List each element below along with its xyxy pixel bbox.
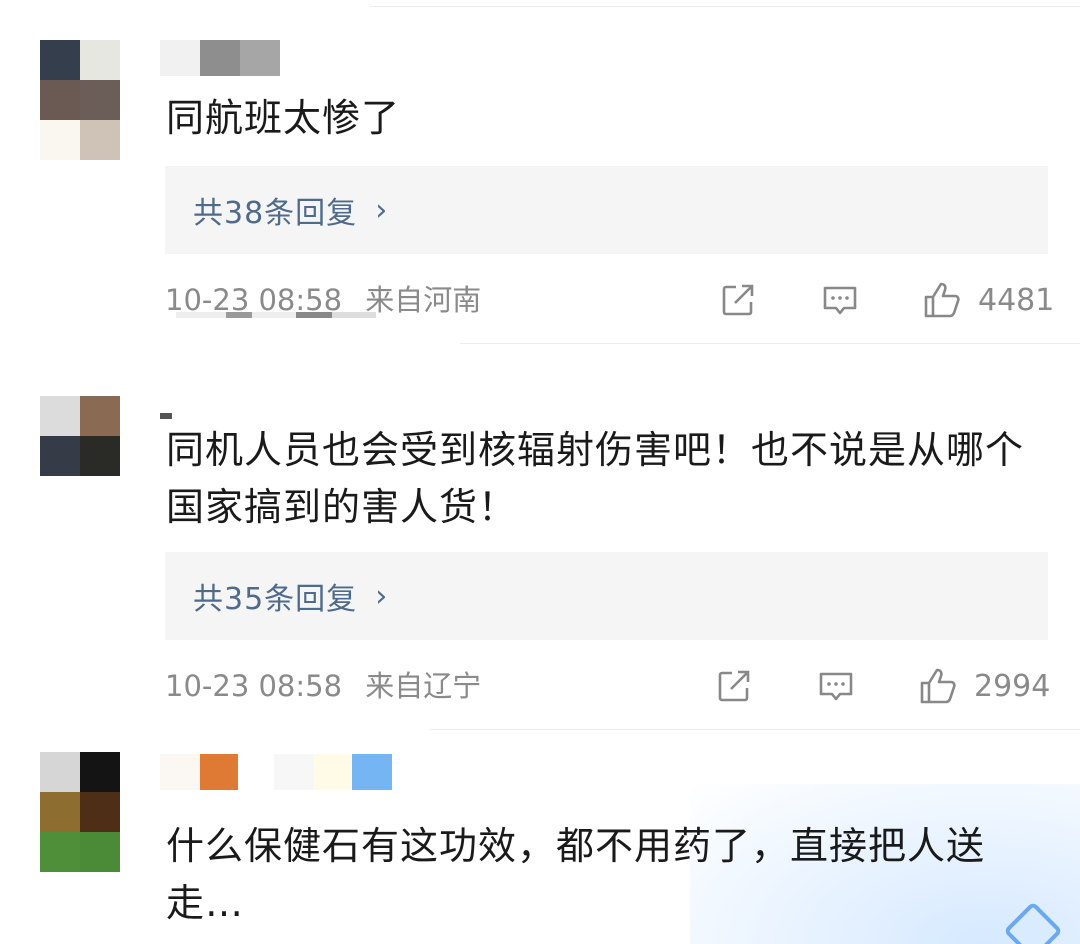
thumbs-up-icon[interactable] (918, 666, 958, 706)
avatar[interactable] (40, 396, 120, 476)
comment-text: 同机人员也会受到核辐射伤害吧！也不说是从哪个国家搞到的害人货！ (166, 428, 1025, 529)
comment-text: 同航班太惨了 (166, 96, 401, 140)
reply-count-label: 共35条回复 (193, 582, 358, 617)
chevron-right-icon: › (375, 578, 388, 614)
username-redacted[interactable] (160, 754, 392, 790)
comment-feed: 同航班太惨了 共38条回复 › 10-23 08:58 来自河南 4481 同机… (0, 0, 1080, 944)
chevron-right-icon: › (375, 192, 388, 228)
reply-thread-button[interactable]: 共35条回复 › (165, 552, 1048, 640)
like-count: 4481 (978, 282, 1055, 318)
avatar[interactable] (40, 752, 120, 872)
comment-icon[interactable] (820, 280, 860, 320)
thumbs-up-icon[interactable] (922, 280, 962, 320)
comment-actions: 2994 (714, 662, 1050, 710)
redaction-bar (176, 312, 376, 318)
like-count: 2994 (974, 668, 1051, 704)
comment-meta: 10-23 08:58 来自辽宁 (165, 666, 481, 706)
username-redacted[interactable] (160, 40, 280, 76)
reply-thread-button[interactable]: 共38条回复 › (165, 166, 1048, 254)
comment-location: 来自辽宁 (365, 669, 482, 703)
share-icon[interactable] (714, 666, 754, 706)
comment-actions: 4481 (718, 276, 1054, 324)
comment-icon[interactable] (816, 666, 856, 706)
comment-time: 10-23 08:58 (165, 669, 343, 703)
divider (430, 729, 1080, 730)
comment-text: 什么保健石有这功效，都不用药了，直接把人送走… (166, 824, 986, 925)
comment-location: 来自河南 (365, 283, 482, 317)
avatar[interactable] (40, 40, 120, 160)
reply-count-label: 共38条回复 (193, 196, 358, 231)
divider (460, 343, 1080, 344)
top-divider (370, 0, 1080, 7)
share-icon[interactable] (718, 280, 758, 320)
